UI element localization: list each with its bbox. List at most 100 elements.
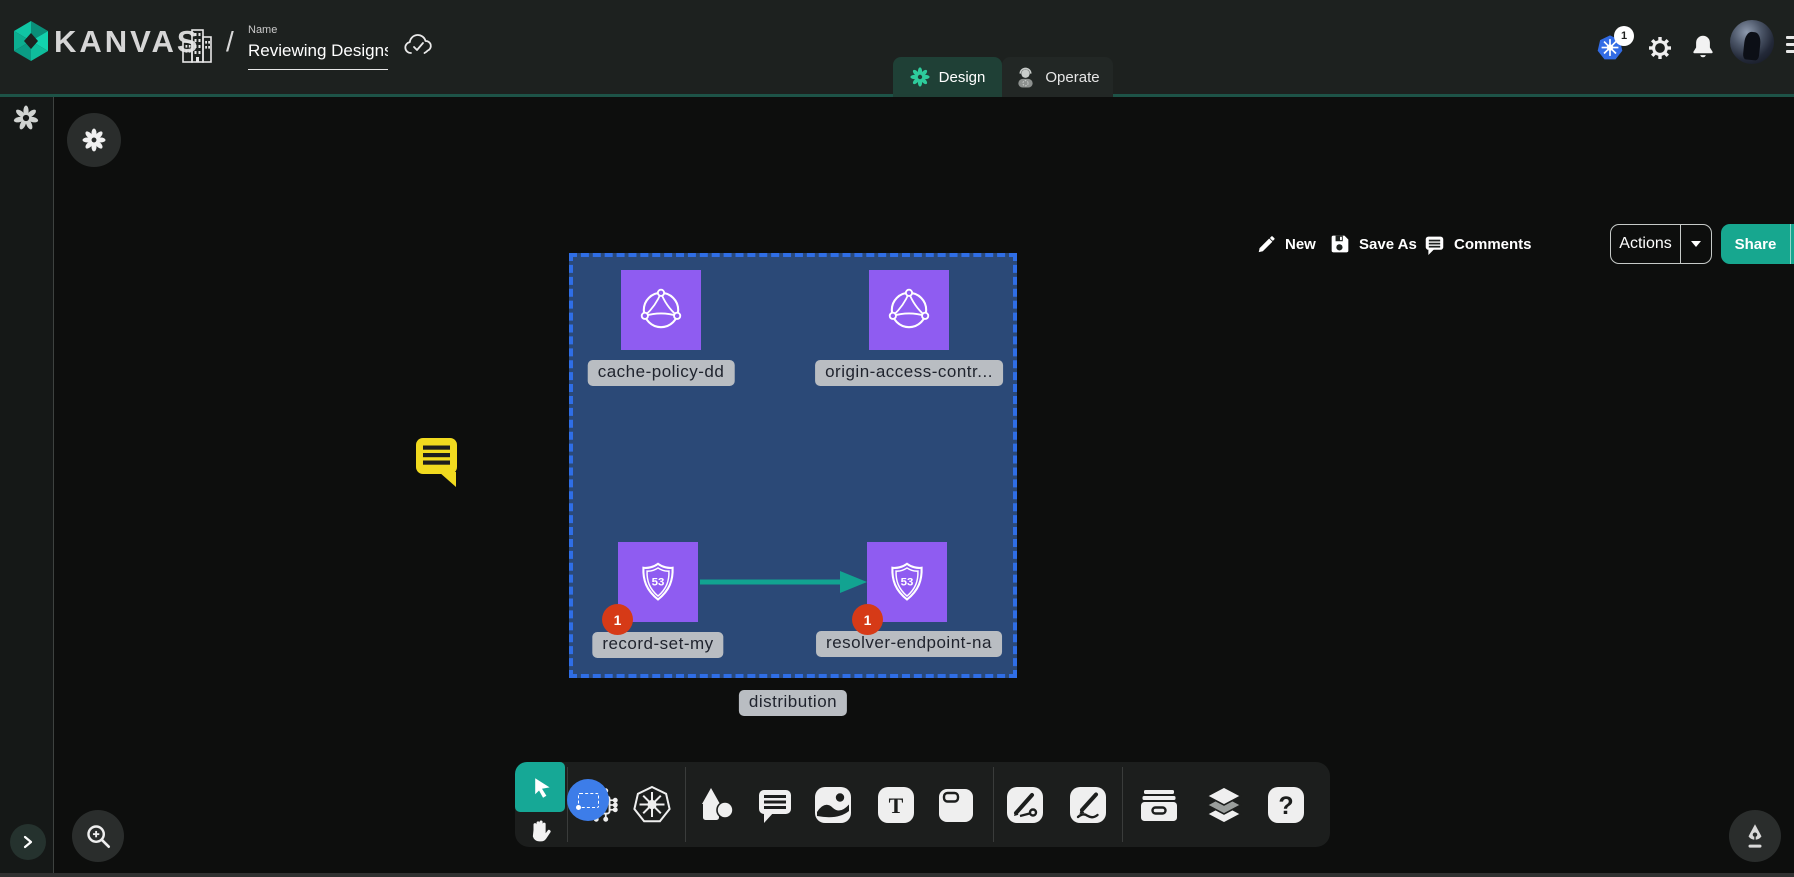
pencil-sketch-icon <box>1069 786 1107 824</box>
image-tool[interactable] <box>813 785 853 825</box>
node-label-cache-policy[interactable]: cache-policy-dd <box>588 360 735 386</box>
error-badge-record-set[interactable]: 1 <box>602 604 633 635</box>
question-mark-icon: ? <box>1267 786 1305 824</box>
comment-marker-icon <box>415 437 459 487</box>
help-tool[interactable]: ? <box>1266 785 1306 825</box>
actions-label: Actions <box>1611 235 1680 253</box>
comments-label: Comments <box>1454 236 1532 253</box>
save-icon <box>1330 234 1350 254</box>
hand-icon <box>527 817 553 843</box>
flower-icon <box>82 128 106 152</box>
sidebar-swirl-icon[interactable] <box>13 105 39 131</box>
cursor-icon <box>528 775 552 799</box>
error-badge-resolver-endpoint[interactable]: 1 <box>852 604 883 635</box>
layers-tool[interactable] <box>1204 785 1244 825</box>
app-root: KANVAS / Name <box>0 0 1794 877</box>
breadcrumb-separator: / <box>226 26 234 58</box>
actions-dropdown-button[interactable]: Actions <box>1610 224 1712 264</box>
toolbar-divider <box>685 767 686 842</box>
shapes-icon <box>698 785 736 825</box>
settings-gear-icon[interactable] <box>1646 34 1674 62</box>
pan-tool[interactable] <box>515 812 565 847</box>
expand-sidebar-button[interactable] <box>10 824 46 860</box>
tool-dock: T <box>515 762 1330 847</box>
window-edge <box>0 873 1794 877</box>
archive-tool[interactable] <box>1139 785 1179 825</box>
left-sidebar <box>0 97 54 877</box>
marquee-icon <box>578 793 599 808</box>
edge-record-set-to-resolver[interactable] <box>700 568 868 596</box>
tab-operate-label: Operate <box>1045 69 1099 86</box>
user-avatar[interactable] <box>1730 20 1774 64</box>
cloud-sync-icon[interactable] <box>402 32 434 58</box>
svg-text:53: 53 <box>901 577 914 589</box>
cloudfront-globe-icon <box>884 285 934 335</box>
image-icon <box>814 786 852 824</box>
comments-icon <box>1424 234 1445 255</box>
node-label-record-set[interactable]: record-set-my <box>592 632 723 658</box>
new-label: New <box>1285 236 1316 253</box>
comment-icon <box>757 786 793 824</box>
notifications-bell-icon[interactable] <box>1690 33 1716 61</box>
toolbar-divider <box>993 767 994 842</box>
node-origin-access-control[interactable] <box>869 270 949 350</box>
share-button[interactable]: Share <box>1721 224 1794 264</box>
design-swirl-icon <box>910 67 930 87</box>
route53-shield-icon: 53 <box>633 557 683 607</box>
copy-link-button[interactable] <box>1790 224 1794 264</box>
zoom-in-button[interactable] <box>72 810 124 862</box>
operator-icon <box>1015 67 1036 88</box>
chevron-right-icon <box>21 835 35 849</box>
pencil-new-icon <box>1256 234 1276 254</box>
drawer-icon <box>1139 786 1179 824</box>
group-label-distribution[interactable]: distribution <box>739 690 847 716</box>
kubernetes-helm-icon <box>632 785 672 825</box>
share-label: Share <box>1721 236 1790 253</box>
brand-title: KANVAS <box>54 24 201 60</box>
group-select-handle[interactable] <box>567 779 609 821</box>
context-count-badge: 1 <box>1614 26 1634 46</box>
svg-text:53: 53 <box>652 577 665 589</box>
save-as-label: Save As <box>1359 236 1417 253</box>
tab-design-label: Design <box>939 69 986 86</box>
organization-icon[interactable] <box>180 27 214 65</box>
toolbar-divider <box>1122 767 1123 842</box>
annotate-pen-button[interactable] <box>1729 810 1781 862</box>
comment-tool[interactable] <box>755 785 795 825</box>
header-menu-icon[interactable] <box>1786 36 1794 53</box>
kubernetes-tool[interactable] <box>632 785 672 825</box>
pen-tool[interactable] <box>1005 785 1045 825</box>
tab-design[interactable]: Design <box>893 57 1002 97</box>
pen-path-icon <box>1006 786 1044 824</box>
chevron-down-icon <box>1690 240 1702 248</box>
svg-text:T: T <box>889 793 904 818</box>
panel-icon <box>937 786 975 824</box>
sketch-tool[interactable] <box>1068 785 1108 825</box>
cloudfront-globe-icon <box>636 285 686 335</box>
name-field-label: Name <box>248 24 388 36</box>
name-input[interactable] <box>248 39 388 70</box>
tab-operate[interactable]: Operate <box>1002 57 1113 97</box>
new-button[interactable]: New <box>1256 230 1316 258</box>
panel-tool[interactable] <box>936 785 976 825</box>
header: KANVAS / Name <box>0 0 1794 97</box>
node-cache-policy[interactable] <box>621 270 701 350</box>
save-as-button[interactable]: Save As <box>1330 230 1417 258</box>
select-tool[interactable] <box>515 762 565 812</box>
svg-text:?: ? <box>1278 792 1293 820</box>
text-icon: T <box>877 786 915 824</box>
node-label-resolver-endpoint[interactable]: resolver-endpoint-na <box>816 631 1002 657</box>
canvas-options-button[interactable] <box>67 113 121 167</box>
design-canvas[interactable]: New Save As Comments Actions <box>54 97 1794 877</box>
route53-shield-icon: 53 <box>882 557 932 607</box>
kanvas-logo-icon[interactable] <box>12 20 50 62</box>
pen-nib-icon <box>1742 822 1768 850</box>
text-tool[interactable]: T <box>876 785 916 825</box>
layers-icon <box>1204 784 1244 826</box>
shapes-tool[interactable] <box>697 785 737 825</box>
actions-chevron[interactable] <box>1680 225 1711 263</box>
zoom-in-icon <box>84 822 112 850</box>
comments-button[interactable]: Comments <box>1424 230 1532 258</box>
comment-marker[interactable] <box>415 437 459 487</box>
node-label-origin-access-control[interactable]: origin-access-contr... <box>815 360 1003 386</box>
